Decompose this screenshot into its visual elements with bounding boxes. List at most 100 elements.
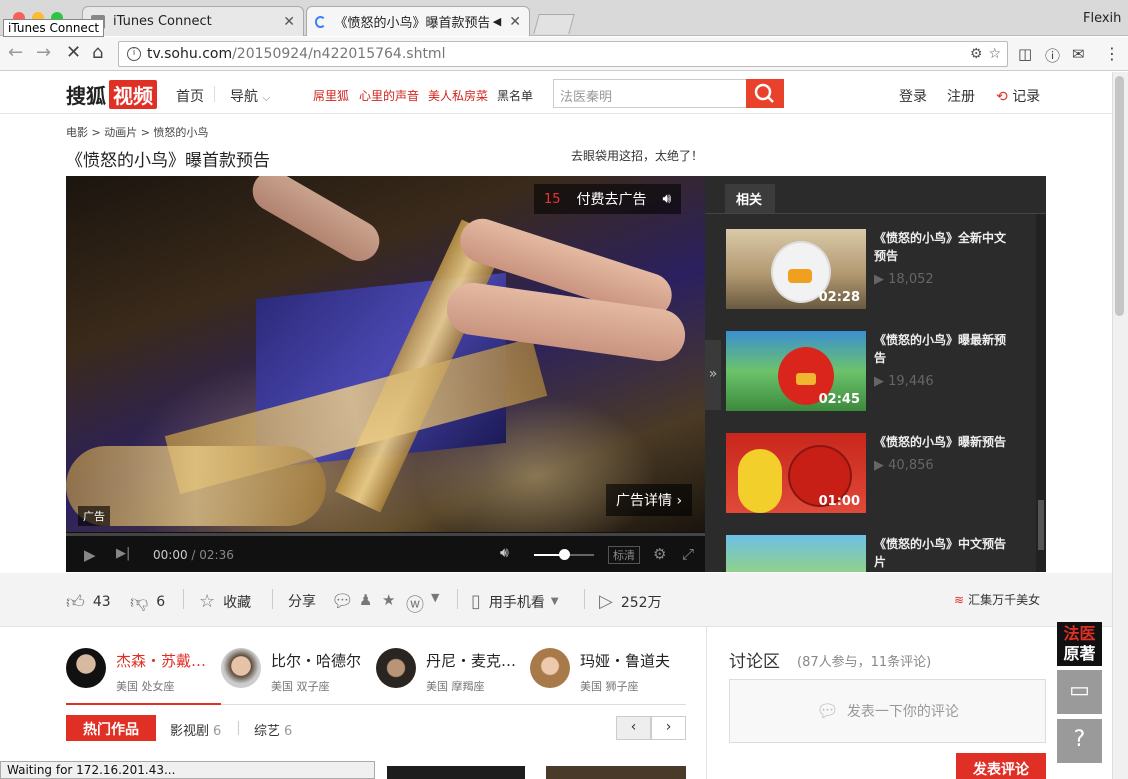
collapse-panel-icon[interactable]: »: [705, 340, 721, 410]
related-scroll-thumb[interactable]: [1038, 500, 1044, 550]
avatar[interactable]: [66, 648, 106, 688]
prev-page-button[interactable]: ‹: [616, 716, 651, 740]
search-button[interactable]: [746, 79, 784, 108]
close-tab-icon[interactable]: ✕: [275, 14, 295, 30]
skip-ad-button[interactable]: 付费去广告: [577, 189, 647, 209]
avatar[interactable]: [530, 648, 570, 688]
dislike-button[interactable]: 👎︎ 6: [130, 591, 165, 613]
tab-variety[interactable]: 综艺 6: [254, 720, 292, 739]
work-poster[interactable]: [546, 766, 686, 779]
history-link[interactable]: ⟲ 记录: [996, 86, 1040, 106]
post-comment-button[interactable]: 发表评论: [956, 753, 1046, 779]
qq-share-icon[interactable]: ♟: [359, 591, 372, 609]
search-input[interactable]: 法医秦明: [553, 79, 747, 108]
progress-bar[interactable]: [66, 533, 705, 536]
next-page-button[interactable]: ›: [651, 716, 686, 740]
link-diaoli-fox[interactable]: 屌里狐: [313, 87, 349, 104]
novel-ad-badge[interactable]: 法医 原著: [1057, 622, 1102, 666]
avatar[interactable]: [221, 648, 261, 688]
login-link[interactable]: 登录: [899, 86, 927, 106]
wechat-share-icon[interactable]: 💬︎: [331, 591, 354, 612]
tab-itunes-connect[interactable]: iTunes Connect ✕: [82, 6, 304, 36]
home-icon[interactable]: ⌂: [92, 42, 103, 63]
more-share-chevron-icon[interactable]: ▼: [431, 591, 447, 604]
tab-label: 《愤怒的小鸟》曝首款预告 -: [334, 16, 489, 31]
link-heart-voice[interactable]: 心里的声音: [359, 87, 419, 104]
page-scroll-thumb[interactable]: [1115, 76, 1124, 316]
tab-tv-series[interactable]: 影视剧 6: [170, 720, 221, 739]
search-icon: [754, 83, 774, 103]
discussion-count: (87人参与，11条评论): [797, 655, 932, 670]
cast-name[interactable]: 比尔・哈德尔: [271, 650, 361, 671]
nav-home[interactable]: 首页: [176, 86, 204, 106]
cast-member[interactable]: 杰森・苏戴… 美国 处女座: [66, 648, 216, 698]
extension-info-icon[interactable]: ⓘ: [1045, 45, 1060, 66]
feedback-icon[interactable]: ?: [1057, 719, 1102, 763]
next-icon[interactable]: ▶|: [116, 546, 130, 561]
related-thumbnail[interactable]: 02:45: [726, 331, 866, 411]
comment-input[interactable]: 💬︎ 发表一下你的评论: [729, 679, 1046, 743]
related-item[interactable]: 《愤怒的小鸟》中文预告片: [726, 535, 1026, 572]
video-frame[interactable]: 15 付费去广告 🔊︎ 广告详情 › 广告: [66, 176, 705, 532]
ad-badge: 广告: [78, 506, 110, 526]
register-link[interactable]: 注册: [947, 86, 975, 106]
related-thumbnail[interactable]: [726, 535, 866, 572]
related-item[interactable]: 01:00 《愤怒的小鸟》曝新预告 ▶ 40,856: [726, 433, 1026, 513]
link-beauty-kitchen[interactable]: 美人私房菜: [428, 87, 488, 104]
play-icon[interactable]: ▶: [84, 546, 96, 564]
like-button[interactable]: 👍︎ 43: [66, 591, 111, 613]
related-thumbnail[interactable]: 02:28: [726, 229, 866, 309]
page-info-icon[interactable]: i: [127, 47, 141, 61]
cast-member[interactable]: 比尔・哈德尔 美国 双子座: [221, 648, 371, 698]
qzone-share-icon[interactable]: ★: [382, 591, 395, 609]
video-player[interactable]: 15 付费去广告 🔊︎ 广告详情 › 广告 ▶ ▶| 00:00 / 02:36…: [66, 176, 705, 572]
sohu-video-logo[interactable]: 搜狐 视频: [66, 80, 157, 109]
forward-arrow-icon[interactable]: →: [36, 42, 51, 63]
pocket-icon[interactable]: ◫: [1018, 45, 1032, 63]
text-ad-link[interactable]: 去眼袋用这招，太绝了！: [571, 147, 703, 164]
related-item[interactable]: 02:45 《愤怒的小鸟》曝最新预告 ▶ 19,446: [726, 331, 1026, 411]
mail-extension-icon[interactable]: ✉: [1072, 45, 1085, 63]
profile-name[interactable]: Flexih: [1083, 11, 1121, 26]
tablet-app-icon[interactable]: ▭: [1057, 670, 1102, 714]
avatar[interactable]: [376, 648, 416, 688]
fullscreen-icon[interactable]: ⤢: [682, 545, 694, 563]
ad-details-button[interactable]: 广告详情 ›: [606, 484, 693, 516]
cast-member[interactable]: 丹尼・麦克… 美国 摩羯座: [376, 648, 526, 698]
ad-volume-icon[interactable]: 🔊︎: [663, 191, 672, 207]
related-title[interactable]: 《愤怒的小鸟》曝最新预告: [874, 331, 1014, 367]
settings-gear-icon[interactable]: ⚙: [653, 545, 666, 563]
address-bar[interactable]: i tv.sohu.com/20150924/n422015764.shtml …: [118, 41, 1008, 67]
related-thumbnail[interactable]: 01:00: [726, 433, 866, 513]
related-title[interactable]: 《愤怒的小鸟》曝新预告: [874, 433, 1014, 451]
related-item[interactable]: 02:28 《愤怒的小鸟》全新中文预告 ▶ 18,052: [726, 229, 1026, 309]
related-title[interactable]: 《愤怒的小鸟》全新中文预告: [874, 229, 1014, 265]
close-tab-icon[interactable]: ✕: [501, 14, 521, 30]
tab-angry-birds[interactable]: 《愤怒的小鸟》曝首款预告 - ◀ ✕: [306, 6, 530, 36]
weibo-share-icon[interactable]: ⓦ: [406, 591, 424, 617]
favorite-button[interactable]: ☆ 收藏: [199, 591, 251, 612]
bookmark-star-icon[interactable]: ☆: [988, 46, 1001, 62]
translate-icon[interactable]: ⚙: [970, 46, 983, 62]
cast-member[interactable]: 玛娅・鲁道夫 美国 狮子座: [530, 648, 680, 698]
related-title[interactable]: 《愤怒的小鸟》中文预告片: [874, 535, 1014, 571]
stop-loading-icon[interactable]: ✕: [66, 42, 81, 63]
mute-tab-icon[interactable]: ◀: [493, 15, 501, 28]
promo-link[interactable]: ≋ 汇集万千美女: [954, 591, 1040, 608]
tab-related[interactable]: 相关: [725, 184, 775, 213]
nav-navigation[interactable]: 导航 ⌵: [230, 86, 270, 106]
volume-knob[interactable]: [559, 549, 570, 560]
cast-name[interactable]: 丹尼・麦克…: [426, 650, 516, 671]
browser-menu-icon[interactable]: ⋮: [1104, 44, 1120, 63]
work-poster[interactable]: [387, 766, 525, 779]
new-tab-button[interactable]: [533, 14, 575, 34]
link-blacklist[interactable]: 黑名单: [497, 87, 533, 104]
quality-select[interactable]: 标清: [608, 546, 640, 564]
tab-hot-works[interactable]: 热门作品: [66, 715, 156, 741]
breadcrumb[interactable]: 电影 > 动画片 > 愤怒的小鸟: [66, 124, 208, 140]
cast-name[interactable]: 杰森・苏戴…: [116, 650, 206, 671]
volume-icon[interactable]: 🔊︎: [500, 545, 509, 561]
watch-on-mobile-button[interactable]: ▯ 用手机看 ▼: [471, 591, 559, 612]
cast-name[interactable]: 玛娅・鲁道夫: [580, 650, 670, 671]
back-arrow-icon[interactable]: ←: [8, 42, 23, 63]
